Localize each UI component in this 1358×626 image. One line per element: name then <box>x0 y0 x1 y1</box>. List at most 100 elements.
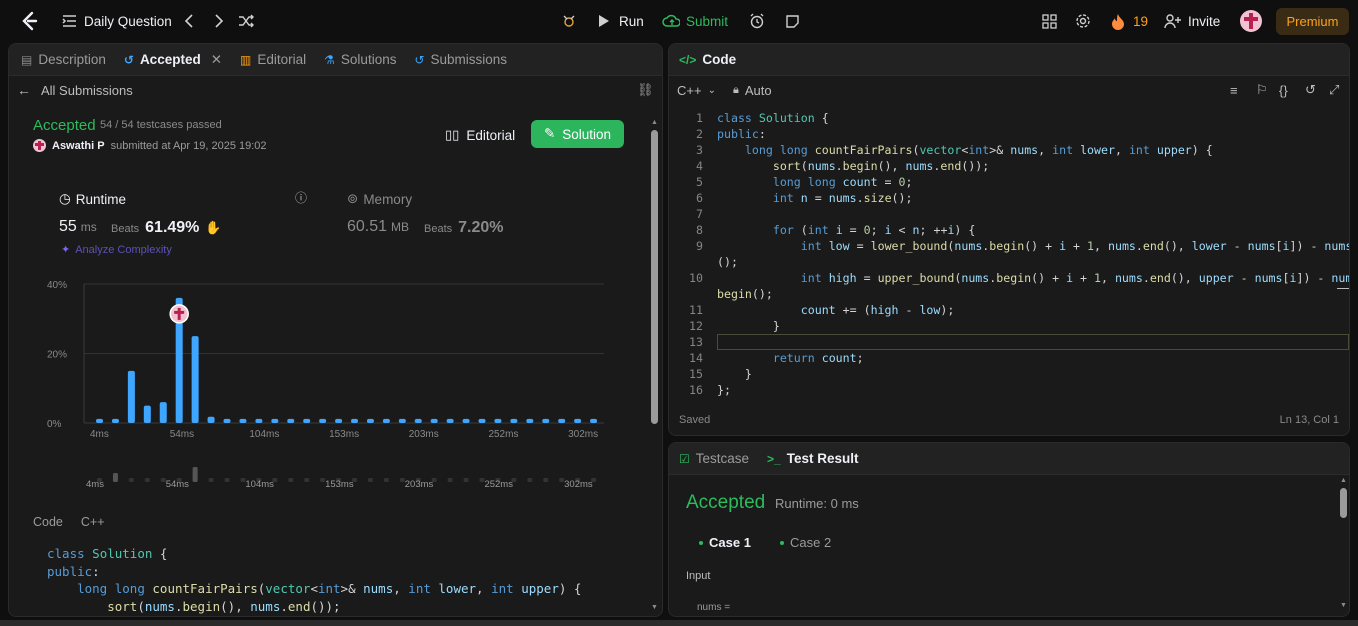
expand-icon[interactable]: ⤢ <box>1329 82 1339 98</box>
editor-line[interactable]: 5 long long count = 0; <box>669 174 1349 190</box>
code-editor[interactable]: 1 class Solution {2 public: 3 long long cou… <box>669 110 1349 398</box>
timer-button[interactable] <box>748 12 766 30</box>
tab-accepted[interactable]: ↺ Accepted ✕ <box>115 44 231 76</box>
editor-line[interactable]: 12 } <box>669 318 1349 334</box>
line-number: 8 <box>696 223 703 237</box>
chart-bar <box>191 336 199 423</box>
info-icon[interactable]: ⓘ <box>295 189 307 206</box>
pass-dot <box>780 540 784 545</box>
scroll-thumb[interactable] <box>651 130 658 424</box>
line-number: 9 <box>696 239 703 253</box>
chart-bar <box>319 418 327 423</box>
submit-button[interactable]: Submit <box>662 12 728 30</box>
format-icon[interactable]: ≡ <box>1230 83 1238 98</box>
editor-line[interactable]: 9 int low = lower_bound(nums.begin() + i… <box>669 238 1349 254</box>
back-to-submissions[interactable]: ← All Submissions <box>17 82 133 98</box>
editor-line[interactable]: 11 count += (high - low); <box>669 302 1349 318</box>
line-number: 10 <box>689 271 703 285</box>
auto-mode[interactable]: 🔒︎ Auto <box>733 83 772 98</box>
streak-counter[interactable]: 19 <box>1109 12 1148 30</box>
run-label: Run <box>619 13 644 29</box>
tab-testcase[interactable]: ☑ Testcase <box>669 443 758 475</box>
line-code: }; <box>717 383 731 397</box>
braces-icon[interactable]: {} <box>1279 83 1288 98</box>
editor-line[interactable]: 6 int n = nums.size(); <box>669 190 1349 206</box>
case-1-tab[interactable]: Case 1 <box>699 535 751 550</box>
overview-tick-label: 252ms <box>484 479 513 490</box>
language-selector[interactable]: C++ ⌄ <box>677 83 716 98</box>
submit-label: Submit <box>686 13 729 29</box>
line-code: for (int i = 0; i < n; ++i) { <box>772 223 976 237</box>
left-scrollbar[interactable]: ▲ ▼ <box>650 119 659 613</box>
solution-button[interactable]: ✎ Solution <box>531 120 624 148</box>
user-avatar-button[interactable] <box>1240 10 1262 32</box>
analyze-complexity-button[interactable]: ✦ Analyze Complexity <box>61 243 172 257</box>
memory-beats: Beats 7.20% <box>424 219 504 237</box>
reset-icon[interactable]: ↺ <box>1305 82 1316 98</box>
tab-code[interactable]: </> Code <box>669 44 745 76</box>
run-button[interactable]: Run <box>595 12 644 30</box>
notes-button[interactable] <box>783 12 801 30</box>
line-code: begin(); <box>717 287 773 301</box>
debug-button[interactable] <box>560 12 578 30</box>
editor-line[interactable]: 2 public: <box>669 126 1349 142</box>
close-tab-icon[interactable]: ✕ <box>211 52 222 68</box>
tab-submissions[interactable]: ↺ Submissions <box>405 44 516 76</box>
editorial-button[interactable]: ▯▯ Editorial <box>437 121 523 149</box>
editor-line[interactable]: 10 int high = upper_bound(nums.begin() +… <box>669 270 1349 286</box>
invite-button[interactable]: Invite <box>1164 12 1220 30</box>
overview-bar <box>367 478 373 482</box>
chart-bar <box>382 418 390 423</box>
memory-unit: MB <box>391 220 410 234</box>
case-2-tab[interactable]: Case 2 <box>780 535 831 550</box>
editor-line[interactable]: 3 long long countFairPairs(vector<int>& … <box>669 142 1349 158</box>
editor-scroll-marker <box>1337 288 1349 289</box>
tab-editorial[interactable]: ▥ Editorial <box>231 44 315 76</box>
tab-description[interactable]: ▤ Description <box>9 44 115 76</box>
code-editor-panel: </> Code C++ ⌄ 🔒︎ Auto ≡ ⚐ {} ↺ ⤢ 1 class… <box>668 43 1350 436</box>
random-question-button[interactable] <box>237 12 255 30</box>
line-number: 7 <box>696 207 703 221</box>
leetcode-logo[interactable] <box>18 10 40 32</box>
editor-line[interactable]: 16}; <box>669 382 1349 398</box>
tab-solutions[interactable]: ⚗ Solutions <box>315 44 405 76</box>
memory-value: 60.51 <box>347 218 388 235</box>
chart-bar <box>127 370 135 423</box>
runtime-tab[interactable]: ◷ Runtime <box>59 191 126 207</box>
editor-line[interactable]: (); <box>669 254 1349 270</box>
memory-tab[interactable]: ⊚ Memory <box>347 191 412 207</box>
problem-list-button[interactable]: Daily Question <box>60 12 172 30</box>
editor-line[interactable]: begin(); <box>669 286 1349 302</box>
line-number: 11 <box>689 303 703 317</box>
editor-line[interactable]: 4 sort(nums.begin(), nums.end()); <box>669 158 1349 174</box>
settings-button[interactable] <box>1074 12 1092 30</box>
result-scrollbar[interactable]: ▲ ▼ <box>1339 477 1348 609</box>
submitted-code: class Solution {public: long long countF… <box>47 545 581 615</box>
list-icon <box>60 12 78 30</box>
code-icon: </> <box>679 52 697 67</box>
x-tick-label: 4ms <box>90 429 109 440</box>
prev-question-button[interactable] <box>180 12 198 30</box>
runtime-distribution-chart[interactable]: 40% 20% 0% 4ms 54ms 104ms 153ms 203ms 252ms 302ms… <box>39 272 619 500</box>
editor-line[interactable]: 13 <box>669 334 1349 350</box>
scroll-thumb[interactable] <box>1340 488 1347 518</box>
tab-test-result[interactable]: >_ Test Result <box>758 443 867 475</box>
editor-line[interactable]: 14 return count; <box>669 350 1349 366</box>
next-question-button[interactable] <box>210 12 228 30</box>
editor-line[interactable]: 15 } <box>669 366 1349 382</box>
submitter-name[interactable]: Aswathi P <box>52 140 105 152</box>
overview-bar <box>128 478 134 482</box>
link-icon[interactable]: ⛓ <box>637 82 654 98</box>
editor-line[interactable]: 1 class Solution { <box>669 110 1349 126</box>
chart-bar <box>478 418 486 423</box>
line-number: 6 <box>696 191 703 205</box>
editor-line[interactable]: 8 for (int i = 0; i < n; ++i) { <box>669 222 1349 238</box>
line-code: long long countFairPairs(vector<int>& nu… <box>744 143 1213 157</box>
premium-button[interactable]: Premium <box>1276 8 1349 35</box>
layout-button[interactable] <box>1040 12 1058 30</box>
editor-line[interactable]: 7 <box>669 206 1349 222</box>
line-number: 5 <box>696 175 703 189</box>
chevron-right-icon <box>210 12 228 30</box>
streak-count: 19 <box>1133 13 1149 29</box>
bookmark-icon[interactable]: ⚐ <box>1256 82 1268 98</box>
